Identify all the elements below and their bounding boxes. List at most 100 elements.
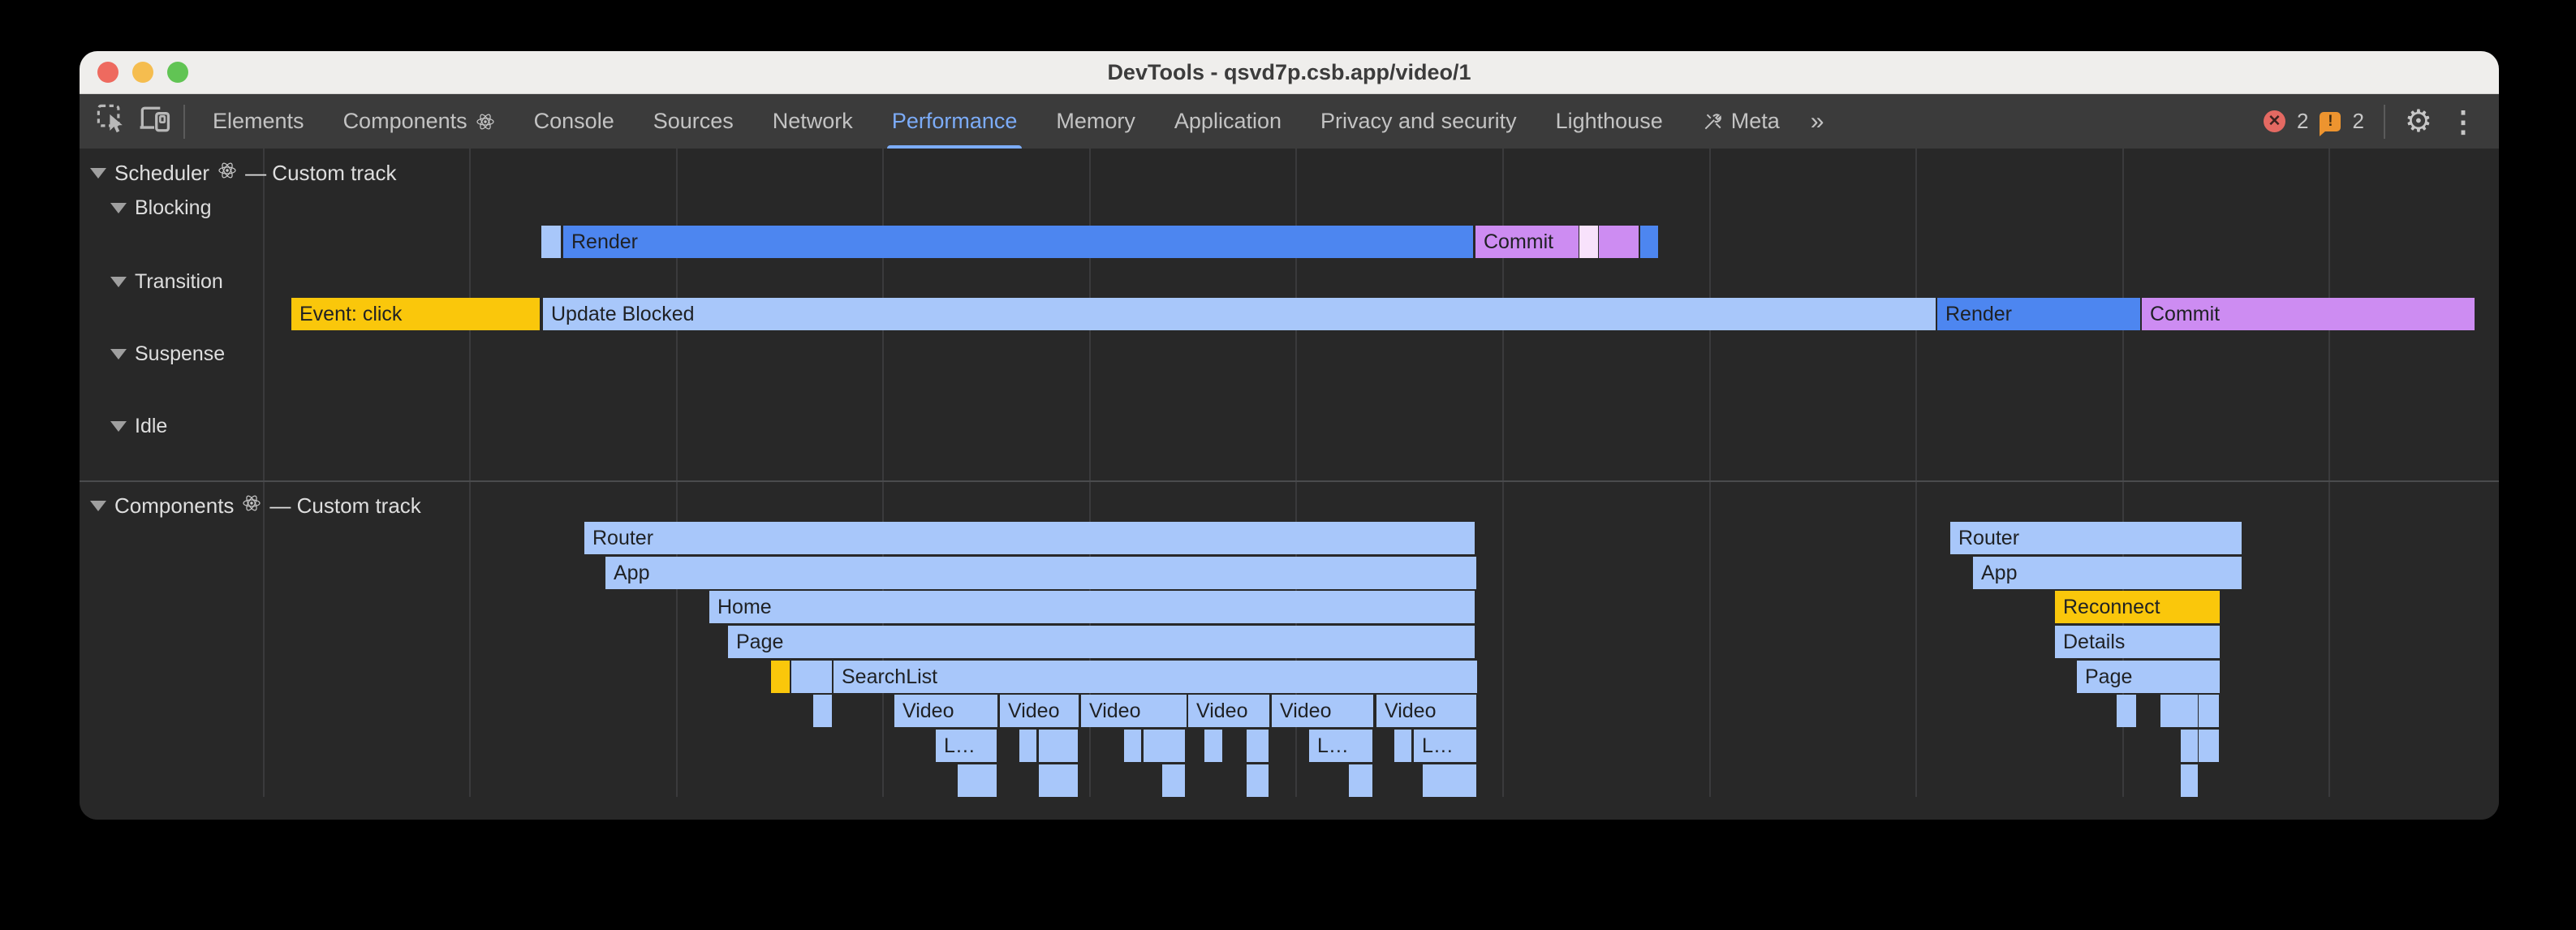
flame-bar-app[interactable]: App [1973, 557, 2242, 589]
flame-bar-router[interactable]: Router [584, 522, 1475, 554]
flame-bar[interactable] [1247, 764, 1269, 797]
tab-label: Sources [653, 109, 734, 134]
tab-meta[interactable]: Meta [1682, 94, 1799, 149]
flame-bar[interactable] [1162, 764, 1185, 797]
lane-label-text: Idle [135, 415, 167, 438]
tab-components[interactable]: Components [324, 94, 515, 149]
tab-application[interactable]: Application [1155, 94, 1301, 149]
tab-sources[interactable]: Sources [634, 94, 753, 149]
flame-bar-commit[interactable]: Commit [2142, 298, 2475, 330]
toolbar-right-divider [2384, 105, 2385, 139]
flame-bar[interactable] [1144, 730, 1185, 762]
collapse-triangle-icon[interactable] [90, 168, 106, 179]
flame-bar[interactable] [2117, 695, 2136, 727]
flame-bar-video[interactable]: Video [1081, 695, 1187, 727]
tab-privacy-and-security[interactable]: Privacy and security [1301, 94, 1536, 149]
flame-bar[interactable] [1394, 730, 1411, 762]
tab-label: Memory [1056, 109, 1135, 134]
collapse-triangle-icon[interactable] [110, 277, 127, 287]
components-track-header[interactable]: Components — Custom track [90, 493, 421, 519]
error-count[interactable]: 2 [2297, 109, 2308, 134]
warning-badge-icon[interactable]: ! [2320, 112, 2341, 131]
flame-bar-event-click[interactable]: Event: click [291, 298, 540, 330]
flame-bar[interactable] [1423, 764, 1476, 797]
flame-bar[interactable] [1247, 730, 1269, 762]
flame-bar[interactable] [2199, 695, 2219, 727]
track-section-divider [80, 480, 2499, 482]
grid-line [263, 149, 265, 797]
flame-bar[interactable] [958, 764, 997, 797]
flame-bar-commit[interactable]: Commit [1475, 226, 1579, 258]
flame-bar-l-[interactable]: L… [936, 730, 997, 762]
flame-bar-update-blocked[interactable]: Update Blocked [543, 298, 1936, 330]
flame-bar-render[interactable]: Render [1937, 298, 2140, 330]
toolbar-right-group: ✕ 2 ! 2 ⚙ ⋮ [2264, 103, 2499, 140]
tab-network[interactable]: Network [753, 94, 872, 149]
scheduler-track-header[interactable]: Scheduler — Custom track [90, 160, 396, 186]
flame-bar-render[interactable]: Render [563, 226, 1473, 258]
window-titlebar[interactable]: DevTools - qsvd7p.csb.app/video/1 [80, 51, 2499, 94]
flame-bar[interactable] [1640, 226, 1658, 258]
flame-bar[interactable] [791, 661, 832, 693]
lane-label-suspense[interactable]: Suspense [110, 342, 225, 366]
flame-bar[interactable] [2181, 730, 2198, 762]
flame-bar-video[interactable]: Video [1000, 695, 1079, 727]
react-atom-icon [218, 161, 237, 186]
collapse-triangle-icon[interactable] [110, 349, 127, 360]
warning-count[interactable]: 2 [2352, 109, 2363, 134]
flame-bar[interactable] [1039, 730, 1078, 762]
inspect-element-button[interactable] [91, 97, 133, 146]
settings-gear-icon[interactable]: ⚙ [2405, 103, 2432, 140]
tab-memory[interactable]: Memory [1036, 94, 1155, 149]
collapse-triangle-icon[interactable] [110, 203, 127, 213]
window-title: DevTools - qsvd7p.csb.app/video/1 [80, 51, 2499, 93]
toggle-device-toolbar-button[interactable] [133, 97, 175, 146]
grid-line [1915, 149, 1917, 797]
flame-bar[interactable] [1019, 730, 1036, 762]
flame-bar[interactable] [813, 695, 832, 727]
flame-bar[interactable] [1349, 764, 1372, 797]
flame-bar-video[interactable]: Video [894, 695, 997, 727]
flame-bar[interactable] [2181, 764, 2198, 797]
flame-bar-app[interactable]: App [605, 557, 1476, 589]
flame-bar[interactable] [2160, 695, 2198, 727]
tab-console[interactable]: Console [515, 94, 634, 149]
error-badge-icon[interactable]: ✕ [2264, 110, 2285, 132]
flame-bar[interactable] [1579, 226, 1598, 258]
lane-label-transition[interactable]: Transition [110, 269, 223, 294]
lane-label-idle[interactable]: Idle [110, 414, 167, 438]
flame-bar-video[interactable]: Video [1188, 695, 1269, 727]
flame-bar-page[interactable]: Page [728, 626, 1475, 658]
flame-bar-l-[interactable]: L… [1414, 730, 1476, 762]
flame-bar[interactable] [1124, 730, 1141, 762]
tab-label: Application [1174, 109, 1282, 134]
flame-bar[interactable] [2199, 730, 2219, 762]
collapse-triangle-icon[interactable] [110, 421, 127, 432]
flame-bar-video[interactable]: Video [1272, 695, 1373, 727]
flame-bar[interactable] [771, 661, 790, 693]
tab-label: Privacy and security [1320, 109, 1517, 134]
flame-bar[interactable] [1599, 226, 1639, 258]
flame-bar-l-[interactable]: L… [1309, 730, 1372, 762]
flame-bar-router[interactable]: Router [1950, 522, 2242, 554]
flame-bar-reconnect[interactable]: Reconnect [2055, 591, 2220, 623]
lane-label-text: Suspense [135, 342, 225, 366]
flame-bar-searchlist[interactable]: SearchList [834, 661, 1477, 693]
flame-bar-home[interactable]: Home [709, 591, 1475, 623]
flame-bar[interactable] [1204, 730, 1222, 762]
react-atom-icon [242, 493, 261, 519]
grid-line [2328, 149, 2330, 797]
flame-bar[interactable] [541, 226, 561, 258]
more-tabs-button[interactable]: » [1799, 108, 1836, 136]
flame-bar-page[interactable]: Page [2077, 661, 2220, 693]
collapse-triangle-icon[interactable] [90, 501, 106, 511]
flame-bar-video[interactable]: Video [1376, 695, 1476, 727]
toolbar-divider [183, 105, 185, 139]
tab-elements[interactable]: Elements [193, 94, 324, 149]
lane-label-blocking[interactable]: Blocking [110, 196, 212, 220]
kebab-menu-icon[interactable]: ⋮ [2444, 105, 2483, 139]
flame-bar[interactable] [1039, 764, 1078, 797]
flame-bar-details[interactable]: Details [2055, 626, 2220, 658]
tab-performance[interactable]: Performance [872, 94, 1037, 149]
tab-lighthouse[interactable]: Lighthouse [1536, 94, 1682, 149]
